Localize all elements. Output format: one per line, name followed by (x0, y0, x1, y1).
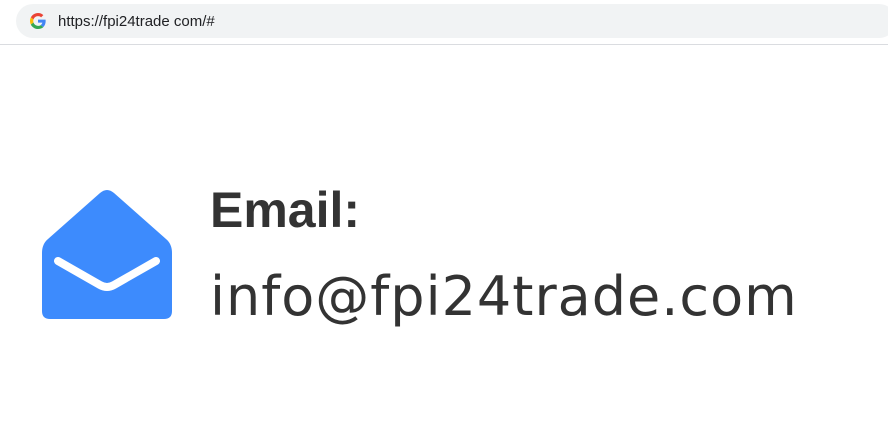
url-text[interactable]: https://fpi24trade com/# (58, 13, 215, 30)
email-contact-section: Email: info@fpi24trade.com (0, 45, 888, 422)
browser-toolbar: https://fpi24trade com/# (0, 0, 888, 45)
email-address-link[interactable]: info@fpi24trade.com (210, 270, 798, 324)
address-bar[interactable]: https://fpi24trade com/# (16, 4, 888, 38)
email-heading: Email: (210, 182, 361, 238)
envelope-icon (42, 190, 172, 319)
google-g-icon (30, 13, 46, 29)
